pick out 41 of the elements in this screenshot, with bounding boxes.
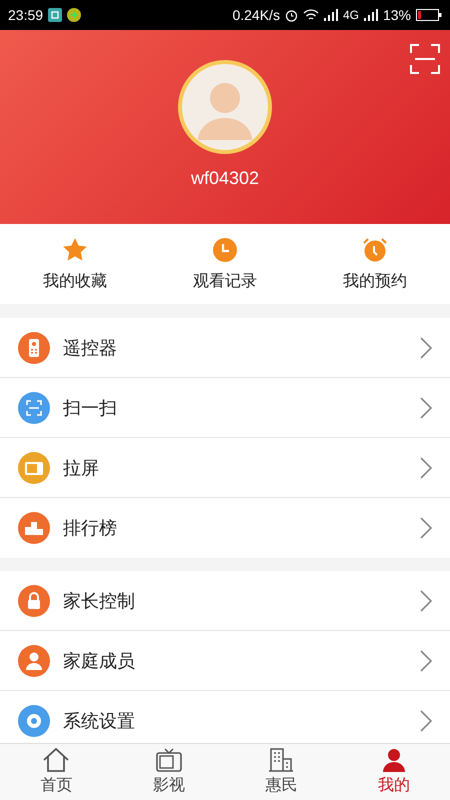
nav-tab[interactable]: 影视 — [112, 744, 225, 800]
menu-item[interactable]: 遥控器 — [0, 318, 450, 378]
menu-item[interactable]: 排行榜 — [0, 498, 450, 558]
menu-item[interactable]: 家长控制 — [0, 571, 450, 631]
signal-icon — [364, 9, 378, 21]
quick-action[interactable]: 我的收藏 — [0, 224, 150, 304]
clock-time: 23:59 — [8, 7, 44, 23]
building-icon — [268, 748, 294, 772]
chevron-right-icon — [420, 336, 432, 358]
menu-item[interactable]: 家庭成员 — [0, 631, 450, 691]
alarm-icon — [284, 8, 298, 22]
star-icon — [62, 236, 88, 262]
username: wf04302 — [190, 168, 260, 189]
battery-percent: 13% — [382, 7, 411, 23]
plus-circle-icon — [67, 8, 82, 22]
home-icon — [43, 748, 70, 772]
quick-action[interactable]: 我的预约 — [300, 224, 450, 304]
nav-tab[interactable]: 我的 — [338, 744, 450, 800]
wifi-icon — [302, 8, 319, 22]
alarm-clock-icon — [362, 236, 388, 262]
menu-item[interactable]: 扫一扫 — [0, 378, 450, 438]
scan-icon[interactable] — [410, 44, 440, 74]
user-icon — [380, 748, 407, 772]
menu-item[interactable]: 拉屏 — [0, 438, 450, 498]
nav-tab[interactable]: 惠民 — [225, 744, 338, 800]
chevron-right-icon — [420, 590, 432, 612]
tv-icon — [156, 748, 182, 772]
menu-item[interactable]: 系统设置 — [0, 691, 450, 743]
chevron-right-icon — [420, 456, 432, 478]
clock-icon — [212, 236, 238, 262]
screenshot-icon — [48, 8, 62, 22]
signal-icon — [324, 9, 338, 21]
network-speed: 0.24K/s — [232, 7, 280, 23]
chevron-right-icon — [420, 517, 432, 539]
chevron-right-icon — [420, 650, 432, 672]
nav-tab[interactable]: 首页 — [0, 744, 112, 800]
network-type: 4G — [342, 8, 359, 22]
chevron-right-icon — [420, 396, 432, 418]
quick-action[interactable]: 观看记录 — [150, 224, 300, 304]
chevron-right-icon — [420, 710, 432, 732]
battery-icon — [416, 9, 442, 21]
